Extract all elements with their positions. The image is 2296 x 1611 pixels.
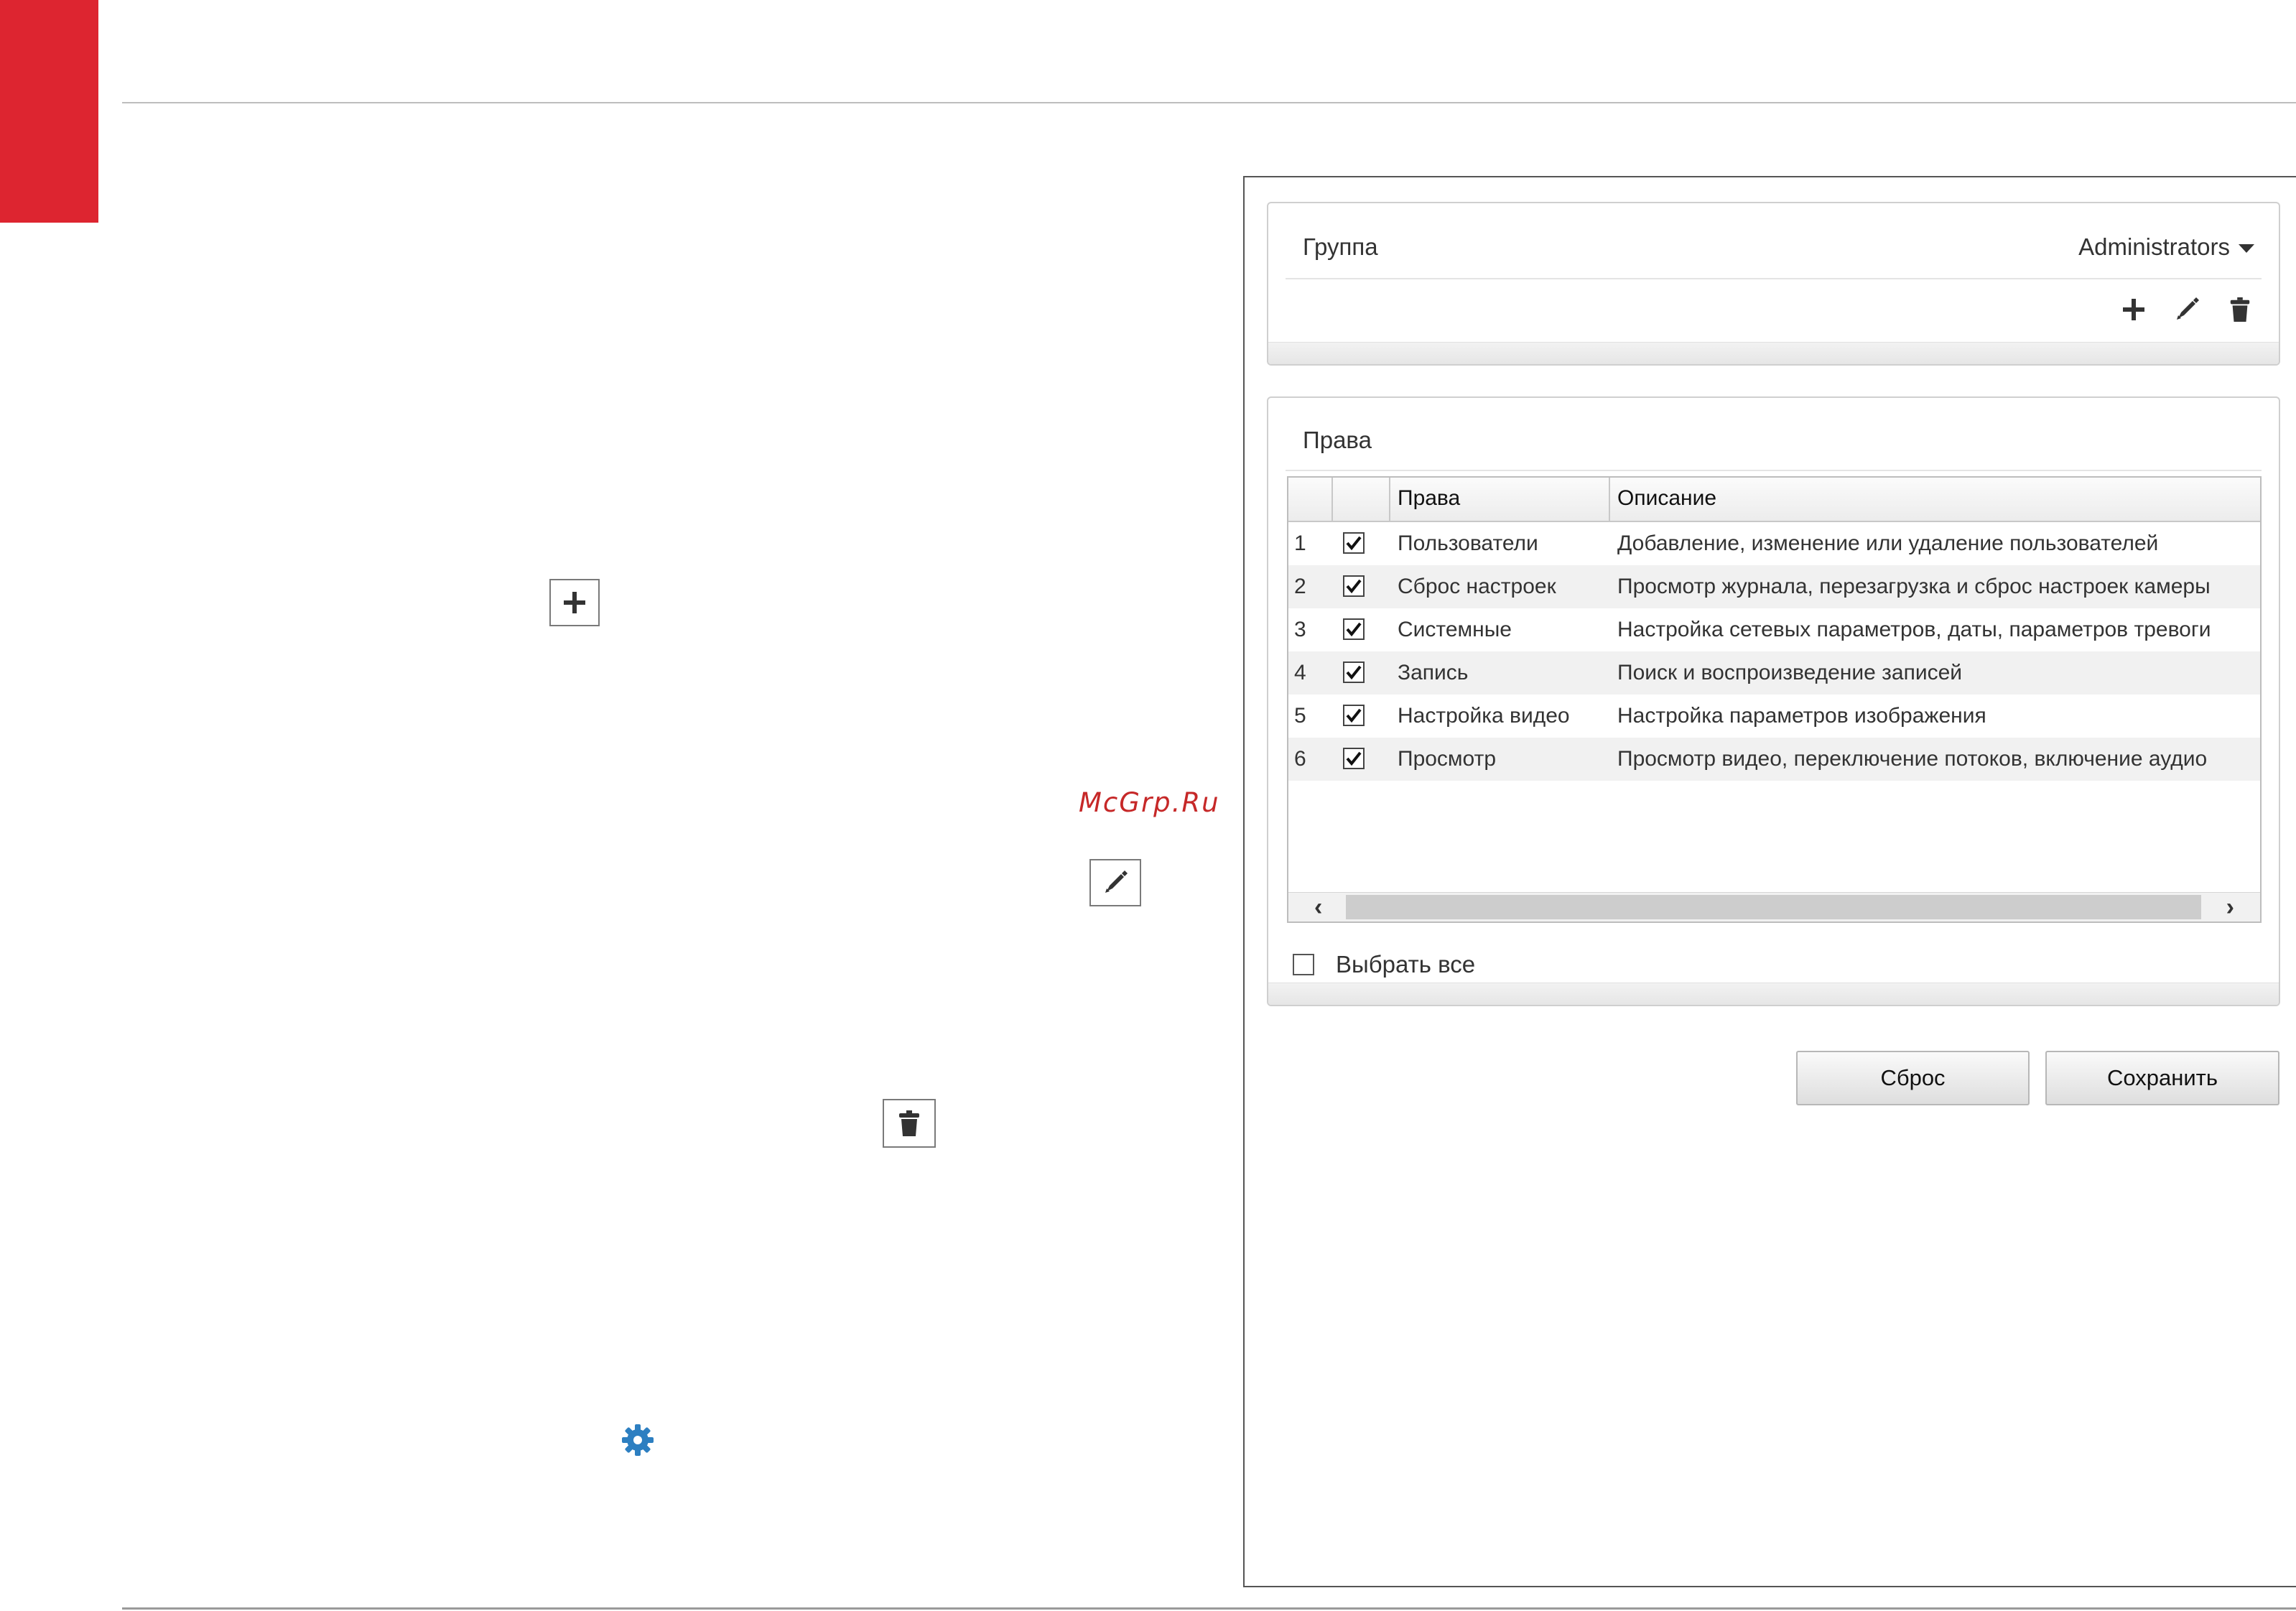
right-name: Сброс настроек: [1398, 575, 1556, 598]
right-checkbox[interactable]: [1343, 661, 1365, 683]
delete-group-button[interactable]: [2224, 294, 2256, 325]
edit-button-illustration: [1089, 859, 1141, 906]
footer-rule: [122, 1607, 2296, 1610]
check-icon: [1346, 536, 1362, 551]
group-dropdown[interactable]: Administrators: [2078, 233, 2254, 261]
right-name: Пользователи: [1398, 531, 1538, 555]
select-all-checkbox[interactable]: [1293, 954, 1314, 975]
table-row: 5 Настройка видео Настройка параметров и…: [1288, 695, 2260, 738]
right-description: Просмотр журнала, перезагрузка и сброс н…: [1617, 575, 2211, 598]
header-rule: [122, 102, 2296, 103]
select-all[interactable]: Выбрать все: [1293, 951, 1475, 978]
right-description: Настройка сетевых параметров, даты, пара…: [1617, 618, 2211, 641]
group-toolbar: [2118, 294, 2256, 325]
right-checkbox[interactable]: [1343, 532, 1365, 554]
scroll-left-icon[interactable]: ‹: [1314, 895, 1322, 919]
row-number: 5: [1294, 704, 1306, 728]
table-row: 3 Системные Настройка сетевых параметров…: [1288, 608, 2260, 651]
column-divider: [1331, 478, 1333, 521]
group-panel: Группа Administrators: [1267, 202, 2280, 366]
row-number: 1: [1294, 531, 1306, 555]
right-name: Системные: [1398, 618, 1512, 641]
trash-icon: [2230, 297, 2250, 322]
right-checkbox[interactable]: [1343, 618, 1365, 640]
panel-footer: [1268, 983, 2279, 1005]
right-checkbox[interactable]: [1343, 748, 1365, 769]
right-description: Настройка параметров изображения: [1617, 704, 1986, 728]
check-icon: [1346, 665, 1362, 680]
right-description: Поиск и воспроизведение записей: [1617, 661, 1963, 684]
row-number: 4: [1294, 661, 1306, 684]
table-row: 6 Просмотр Просмотр видео, переключение …: [1288, 738, 2260, 781]
column-header-description[interactable]: Описание: [1617, 486, 1716, 511]
check-icon: [1346, 579, 1362, 594]
trash-icon: [899, 1110, 919, 1136]
scroll-right-icon[interactable]: ›: [2226, 895, 2234, 919]
delete-button-illustration: [883, 1099, 936, 1148]
gear-icon: [622, 1424, 654, 1456]
column-divider: [1389, 478, 1390, 521]
group-label: Группа: [1303, 233, 1378, 260]
pencil-icon: [1105, 871, 1128, 893]
plus-icon: [564, 592, 585, 613]
table-row: 2 Сброс настроек Просмотр журнала, перез…: [1288, 565, 2260, 608]
pencil-icon: [2177, 297, 2199, 320]
group-dropdown-value: Administrators: [2078, 233, 2230, 260]
panel-footer: [1268, 342, 2279, 364]
chevron-down-icon: [2239, 244, 2254, 253]
right-name: Просмотр: [1398, 747, 1497, 771]
column-divider: [1609, 478, 1610, 521]
check-icon: [1346, 708, 1362, 723]
chapter-tab: [0, 0, 98, 223]
check-icon: [1346, 751, 1362, 766]
divider: [1286, 278, 2262, 279]
right-description: Добавление, изменение или удаление польз…: [1617, 531, 2159, 555]
column-header-rights[interactable]: Права: [1398, 486, 1460, 511]
horizontal-scrollbar[interactable]: ‹ ›: [1288, 892, 2260, 921]
divider: [1286, 470, 2262, 471]
save-button[interactable]: Сохранить: [2045, 1051, 2279, 1105]
scrollbar-thumb[interactable]: [1346, 895, 2201, 919]
row-number: 6: [1294, 747, 1306, 771]
right-name: Запись: [1398, 661, 1469, 684]
edit-group-button[interactable]: [2171, 294, 2203, 325]
reset-button[interactable]: Сброс: [1796, 1051, 2030, 1105]
table-row: 1 Пользователи Добавление, изменение или…: [1288, 522, 2260, 565]
row-number: 2: [1294, 575, 1306, 598]
add-group-button[interactable]: [2118, 294, 2149, 325]
rights-table: Права Описание 1 Пользователи Добавление…: [1287, 476, 2262, 923]
row-number: 3: [1294, 618, 1306, 641]
right-name: Настройка видео: [1398, 704, 1570, 728]
table-row: 4 Запись Поиск и воспроизведение записей: [1288, 651, 2260, 695]
right-checkbox[interactable]: [1343, 575, 1365, 597]
add-button-illustration: [549, 579, 600, 626]
plus-icon: [2123, 299, 2144, 320]
watermark: McGrp.Ru: [1079, 787, 1220, 818]
rights-title: Права: [1303, 427, 1372, 453]
user-groups-screenshot: Группа Administrators Права Права Описан…: [1243, 176, 2296, 1587]
rights-panel: Права Права Описание 1 Пользователи Доба…: [1267, 396, 2280, 1006]
table-header: Права Описание: [1288, 478, 2260, 522]
right-checkbox[interactable]: [1343, 705, 1365, 726]
check-icon: [1346, 622, 1362, 637]
select-all-label: Выбрать все: [1336, 951, 1476, 978]
right-description: Просмотр видео, переключение потоков, вк…: [1617, 747, 2208, 771]
